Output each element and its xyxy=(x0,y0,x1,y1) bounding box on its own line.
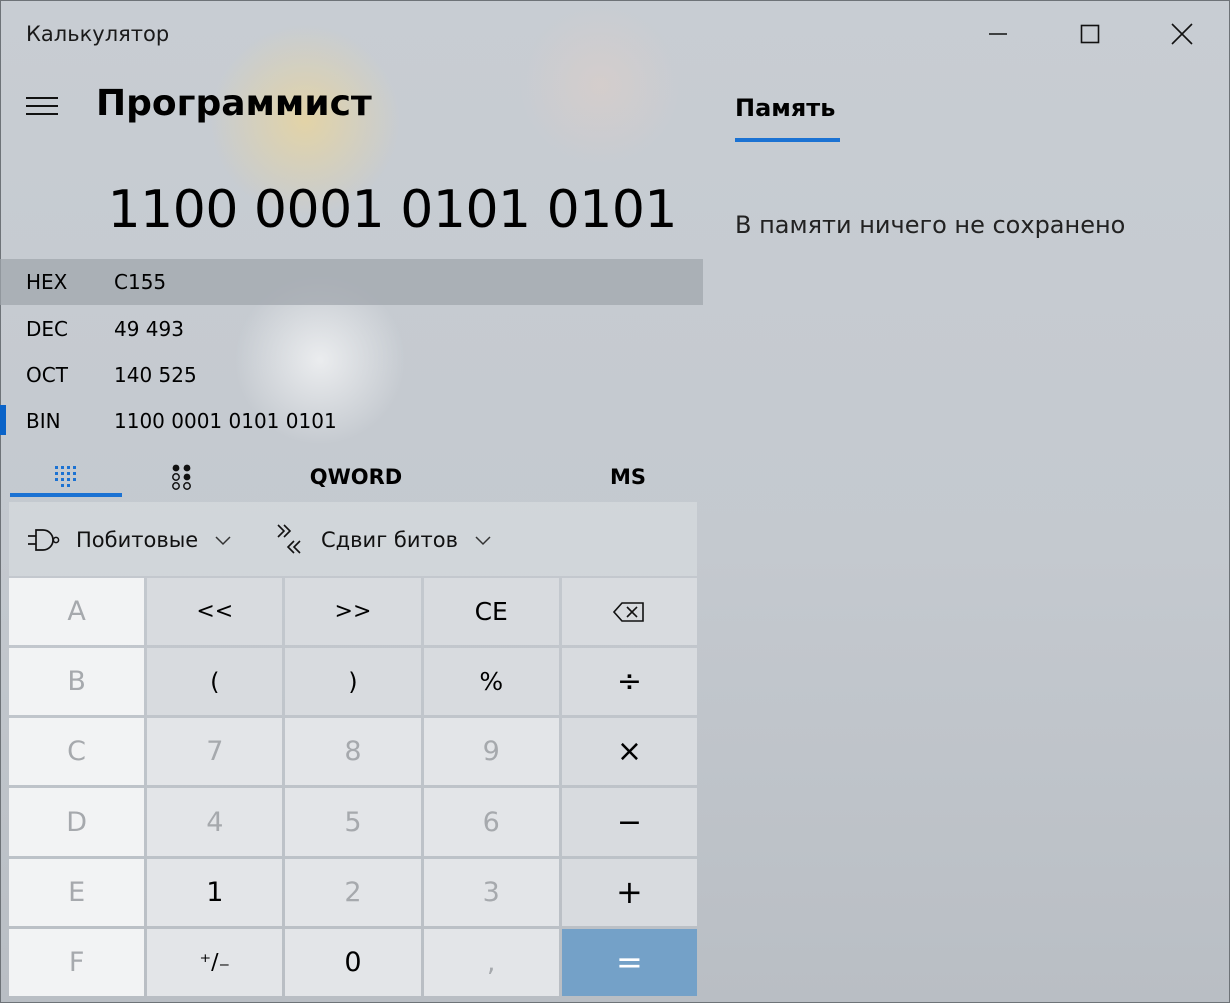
key-add[interactable]: + xyxy=(561,858,697,926)
key-4[interactable]: 4 xyxy=(147,788,283,856)
key-1[interactable]: 1 xyxy=(147,858,283,926)
key-equals[interactable]: = xyxy=(561,928,697,996)
bitwise-label: Побитовые xyxy=(76,528,199,552)
memory-store-button[interactable]: MS xyxy=(590,457,666,497)
key-backspace[interactable] xyxy=(561,578,697,646)
memory-empty-message: В памяти ничего не сохранено xyxy=(735,211,1126,239)
tab-full-keypad[interactable] xyxy=(10,457,122,497)
key-6[interactable]: 6 xyxy=(423,788,559,856)
radix-row-dec[interactable]: DEC 49 493 xyxy=(0,306,703,352)
selected-radix-indicator xyxy=(0,405,6,435)
key-8[interactable]: 8 xyxy=(285,718,421,786)
key-right-shift[interactable]: >> xyxy=(285,578,421,646)
bitwise-dropdown[interactable]: Побитовые xyxy=(27,522,232,558)
key-clear-entry[interactable]: CE xyxy=(423,578,559,646)
menu-button[interactable] xyxy=(18,86,66,126)
tab-memory[interactable]: Память xyxy=(735,94,835,122)
mode-title: Программист xyxy=(96,83,372,124)
key-3[interactable]: 3 xyxy=(423,858,559,926)
close-icon xyxy=(1171,23,1193,45)
radix-label: DEC xyxy=(26,317,69,341)
radix-row-bin[interactable]: BIN 1100 0001 0101 0101 xyxy=(0,398,703,444)
minimize-icon xyxy=(989,33,1007,35)
memory-tab-underline xyxy=(735,138,840,142)
keypad: A << >> CE B ( ) % ÷ C 7 8 9 × D 4 5 6 −… xyxy=(9,578,697,996)
chevron-down-icon xyxy=(215,536,231,546)
key-left-shift[interactable]: << xyxy=(147,578,283,646)
maximize-icon xyxy=(1080,24,1100,44)
radix-value: 1100 0001 0101 0101 xyxy=(114,409,337,433)
key-divide[interactable]: ÷ xyxy=(561,648,697,716)
radix-row-oct[interactable]: OCT 140 525 xyxy=(0,352,703,398)
tab-bit-toggle[interactable] xyxy=(140,457,224,497)
minimize-button[interactable] xyxy=(952,8,1044,60)
radix-value: C155 xyxy=(114,270,167,294)
key-a[interactable]: A xyxy=(9,578,145,646)
logic-gate-icon xyxy=(28,529,60,551)
key-0[interactable]: 0 xyxy=(285,928,421,996)
bit-toggle-icon xyxy=(172,464,191,490)
radix-value: 140 525 xyxy=(114,363,197,387)
keypad-grid-icon xyxy=(55,466,76,487)
key-5[interactable]: 5 xyxy=(285,788,421,856)
close-button[interactable] xyxy=(1136,8,1228,60)
app-title: Калькулятор xyxy=(26,22,170,46)
result-display: 1100 0001 0101 0101 xyxy=(107,180,678,240)
chevron-down-icon xyxy=(475,536,491,546)
key-e[interactable]: E xyxy=(9,858,145,926)
radix-label: HEX xyxy=(26,270,68,294)
key-f[interactable]: F xyxy=(9,928,145,996)
key-subtract[interactable]: − xyxy=(561,788,697,856)
bitshift-label: Сдвиг битов xyxy=(321,528,458,552)
tab-active-underline xyxy=(10,493,122,497)
radix-label: OCT xyxy=(26,363,68,387)
maximize-button[interactable] xyxy=(1044,8,1136,60)
key-b[interactable]: B xyxy=(9,648,145,716)
key-multiply[interactable]: × xyxy=(561,718,697,786)
key-7[interactable]: 7 xyxy=(147,718,283,786)
key-9[interactable]: 9 xyxy=(423,718,559,786)
key-close-paren[interactable]: ) xyxy=(285,648,421,716)
backspace-icon xyxy=(613,601,645,622)
word-size-button[interactable]: QWORD xyxy=(296,457,416,497)
radix-label: BIN xyxy=(26,409,61,433)
key-decimal[interactable]: , xyxy=(423,928,559,996)
radix-value: 49 493 xyxy=(114,317,184,341)
key-d[interactable]: D xyxy=(9,788,145,856)
key-open-paren[interactable]: ( xyxy=(147,648,283,716)
hamburger-icon xyxy=(26,97,58,115)
key-c[interactable]: C xyxy=(9,718,145,786)
bit-shift-icon xyxy=(277,524,301,554)
key-2[interactable]: 2 xyxy=(285,858,421,926)
bitshift-dropdown[interactable]: Сдвиг битов xyxy=(275,522,492,558)
radix-row-hex[interactable]: HEX C155 xyxy=(0,259,703,305)
key-percent[interactable]: % xyxy=(423,648,559,716)
title-bar[interactable]: Калькулятор xyxy=(0,0,1230,68)
operator-bar: Побитовые Сдвиг битов xyxy=(9,502,697,576)
key-negate[interactable]: ⁺∕₋ xyxy=(147,928,283,996)
